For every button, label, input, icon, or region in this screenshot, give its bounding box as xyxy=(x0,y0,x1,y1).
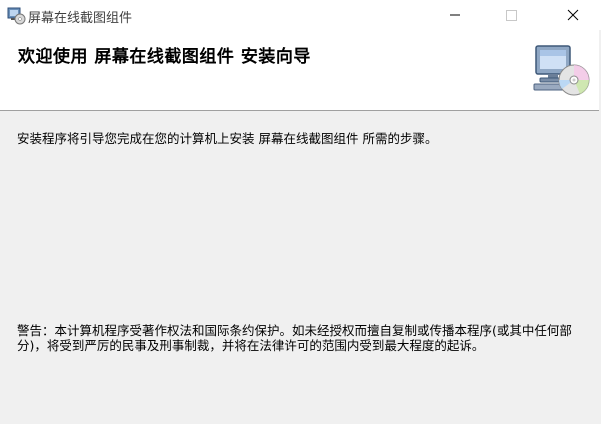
intro-text: 安装程序将引导您完成在您的计算机上安装 屏幕在线截图组件 所需的步骤。 xyxy=(17,131,438,146)
page-title: 欢迎使用 屏幕在线截图组件 安装向导 xyxy=(18,47,311,67)
title-bar[interactable]: 屏幕在线截图组件 xyxy=(0,0,601,30)
minimize-icon xyxy=(450,14,460,16)
copyright-warning: 警告：本计算机程序受著作权法和国际条约保护。如未经授权而擅自复制或传播本程序(或… xyxy=(17,323,572,353)
close-button[interactable] xyxy=(545,0,601,30)
wizard-header: 欢迎使用 屏幕在线截图组件 安装向导 xyxy=(0,30,601,111)
installer-app-icon xyxy=(7,7,26,25)
maximize-icon xyxy=(506,10,517,21)
installer-window: 屏幕在线截图组件 欢迎使用 屏幕在线截图组件 安装向导 安装程序将引导您完成在您… xyxy=(0,0,601,424)
window-title: 屏幕在线截图组件 xyxy=(28,11,133,26)
computer-cd-icon xyxy=(533,45,590,96)
minimize-button[interactable] xyxy=(433,0,477,30)
maximize-button[interactable] xyxy=(489,0,533,30)
close-icon xyxy=(567,9,579,21)
